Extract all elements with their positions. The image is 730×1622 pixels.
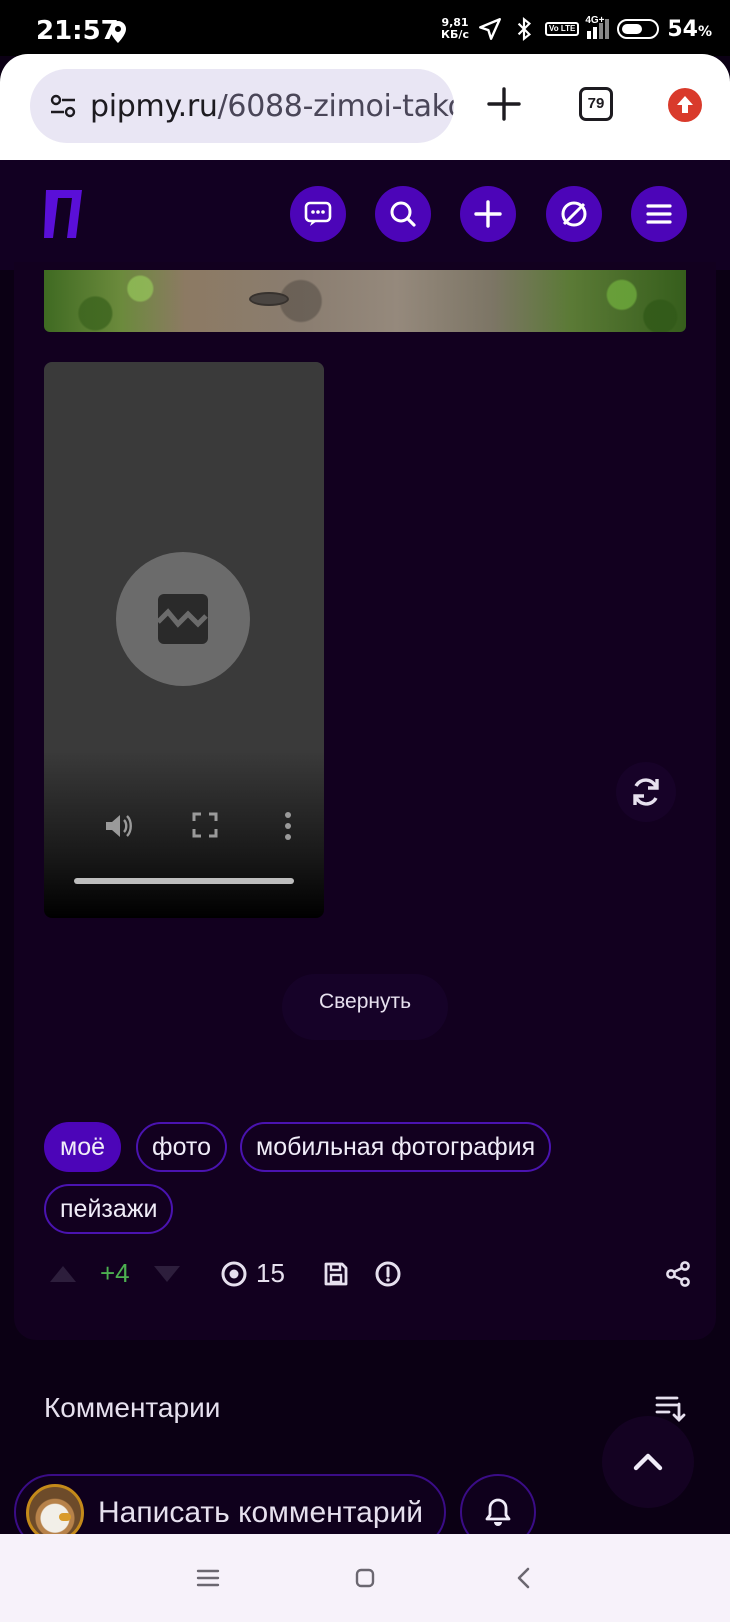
site-settings-icon[interactable]	[48, 91, 78, 121]
bell-icon	[485, 1498, 511, 1526]
plus-icon	[474, 200, 502, 228]
pipmy-logo-icon[interactable]	[40, 186, 84, 242]
collapse-button[interactable]: Свернуть	[282, 974, 448, 1040]
post-photo[interactable]	[44, 270, 686, 332]
battery-icon	[617, 19, 660, 39]
network-speed: 9,81 КБ/с	[441, 16, 469, 41]
fullscreen-icon[interactable]	[190, 810, 220, 840]
tag-item[interactable]: моё	[44, 1122, 121, 1172]
recent-apps-icon[interactable]	[192, 1562, 224, 1594]
network-type: 4G+	[585, 15, 605, 26]
views-icon	[221, 1261, 247, 1286]
site-header	[0, 160, 730, 270]
rating-value: +4	[100, 1258, 130, 1288]
scroll-to-top-button[interactable]	[602, 1416, 694, 1508]
chevron-up-icon	[633, 1453, 663, 1471]
more-options-icon[interactable]	[280, 810, 296, 842]
tag-item[interactable]: мобильная фотография	[240, 1122, 552, 1172]
volume-icon[interactable]	[102, 810, 134, 842]
bluetooth-icon	[517, 16, 532, 42]
home-icon[interactable]	[349, 1562, 381, 1594]
menu-icon	[646, 204, 672, 224]
chat-icon	[304, 201, 332, 226]
hide-viewed-button[interactable]	[546, 186, 602, 242]
status-bar: 21:57 9,81 КБ/с Vo LTE 4G+ 54%	[0, 0, 730, 56]
browser-toolbar: pipmy.ru/6088-zimoi-takog 79	[0, 54, 730, 160]
volte-badge: Vo LTE	[544, 22, 580, 36]
new-tab-icon[interactable]	[484, 84, 524, 124]
post-actions: +4 15	[44, 1252, 696, 1298]
views-value: 15	[256, 1258, 285, 1288]
save-icon[interactable]	[322, 1260, 350, 1288]
back-icon[interactable]	[508, 1562, 540, 1594]
address-bar[interactable]: pipmy.ru/6088-zimoi-takog	[30, 69, 454, 143]
location-icon	[110, 21, 126, 43]
post-card: Свернуть моё фото мобильная фотография п…	[14, 262, 716, 1340]
broken-image-icon	[156, 594, 208, 644]
photo-detail	[249, 292, 289, 306]
views-counter: 15	[220, 1258, 285, 1289]
chat-button[interactable]	[290, 186, 346, 242]
search-button[interactable]	[375, 186, 431, 242]
video-error-indicator	[116, 552, 250, 686]
tag-item[interactable]: пейзажи	[44, 1184, 174, 1234]
signal-indicator: 4G+	[585, 15, 610, 39]
video-player[interactable]	[44, 362, 324, 918]
navigation-arrow-icon	[479, 18, 501, 40]
update-icon[interactable]	[668, 88, 702, 122]
report-icon[interactable]	[374, 1260, 402, 1288]
upvote-icon[interactable]	[48, 1262, 78, 1286]
tab-switcher-button[interactable]: 79	[579, 87, 613, 121]
url-text[interactable]: pipmy.ru/6088-zimoi-takog	[90, 89, 454, 124]
search-icon	[390, 201, 416, 227]
share-icon[interactable]	[664, 1260, 692, 1288]
add-post-button[interactable]	[460, 186, 516, 242]
downvote-icon[interactable]	[152, 1262, 182, 1286]
menu-button[interactable]	[631, 186, 687, 242]
eye-off-icon	[561, 201, 587, 227]
comments-heading: Комментарии	[44, 1392, 221, 1423]
reload-button[interactable]	[616, 762, 676, 822]
battery-percent: 54%	[667, 16, 712, 42]
refresh-icon	[633, 778, 659, 806]
tag-item[interactable]: фото	[136, 1122, 227, 1172]
write-comment-label: Написать комментарий	[98, 1496, 424, 1529]
system-navigation-bar	[0, 1534, 730, 1622]
status-time: 21:57	[36, 16, 119, 46]
video-progress-bar[interactable]	[74, 878, 294, 884]
